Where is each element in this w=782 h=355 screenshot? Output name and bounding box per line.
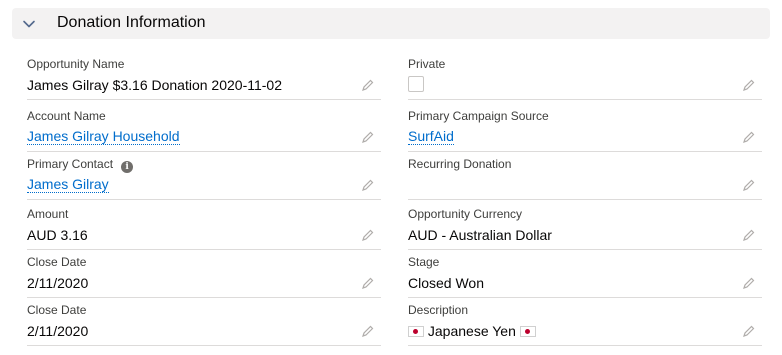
field-primary-contact: Primary Contact i James Gilray xyxy=(27,152,381,200)
description-value: Japanese Yen xyxy=(408,322,536,340)
pencil-icon[interactable] xyxy=(361,276,375,290)
field-value: James Gilray $3.16 Donation 2020-11-02 xyxy=(27,77,283,93)
section-header-donation-information[interactable]: Donation Information xyxy=(12,8,770,39)
pencil-icon[interactable] xyxy=(361,324,375,338)
japan-flag-icon xyxy=(519,326,536,337)
pencil-icon[interactable] xyxy=(742,228,756,242)
info-icon[interactable]: i xyxy=(121,161,134,173)
field-private: Private xyxy=(408,52,762,100)
pencil-icon[interactable] xyxy=(742,276,756,290)
field-amount: Amount AUD 3.16 xyxy=(27,202,381,250)
field-close-date: Close Date 2/11/2020 xyxy=(27,250,381,298)
account-name-link[interactable]: James Gilray Household xyxy=(27,128,180,145)
field-value: Closed Won xyxy=(408,275,485,291)
field-label: Description xyxy=(408,303,469,317)
field-label: Private xyxy=(408,57,446,71)
field-label: Stage xyxy=(408,255,440,269)
description-text: Japanese Yen xyxy=(427,323,516,339)
field-label: Recurring Donation xyxy=(408,157,512,171)
chevron-down-icon[interactable] xyxy=(22,17,36,31)
section-title: Donation Information xyxy=(57,14,206,31)
field-label: Close Date xyxy=(27,303,87,317)
field-opportunity-name: Opportunity Name James Gilray $3.16 Dona… xyxy=(27,52,381,100)
pencil-icon[interactable] xyxy=(742,324,756,338)
japan-flag-icon xyxy=(408,326,424,337)
field-stage: Stage Closed Won xyxy=(408,250,762,298)
pencil-icon[interactable] xyxy=(361,178,375,192)
pencil-icon[interactable] xyxy=(742,78,756,92)
field-label: Close Date xyxy=(27,255,87,269)
field-close-date-2: Close Date 2/11/2020 xyxy=(27,298,381,346)
private-checkbox[interactable] xyxy=(408,76,424,92)
field-label: Primary Campaign Source xyxy=(408,109,549,123)
field-value: AUD 3.16 xyxy=(27,227,88,243)
campaign-source-link[interactable]: SurfAid xyxy=(408,128,454,145)
field-opportunity-currency: Opportunity Currency AUD - Australian Do… xyxy=(408,202,762,250)
pencil-icon[interactable] xyxy=(361,78,375,92)
pencil-icon[interactable] xyxy=(742,178,756,192)
primary-contact-link[interactable]: James Gilray xyxy=(27,176,109,193)
pencil-icon[interactable] xyxy=(742,130,756,144)
field-value: AUD - Australian Dollar xyxy=(408,227,552,243)
field-primary-campaign-source: Primary Campaign Source SurfAid xyxy=(408,104,762,152)
field-label: Opportunity Name xyxy=(27,57,125,71)
field-value: 2/11/2020 xyxy=(27,323,89,339)
field-recurring-donation: Recurring Donation xyxy=(408,152,762,200)
field-account-name: Account Name James Gilray Household xyxy=(27,104,381,152)
field-value: 2/11/2020 xyxy=(27,275,89,291)
pencil-icon[interactable] xyxy=(361,130,375,144)
field-label: Opportunity Currency xyxy=(408,207,523,221)
field-description: Description Japanese Yen xyxy=(408,298,762,346)
field-label: Amount xyxy=(27,207,69,221)
field-label: Account Name xyxy=(27,109,106,123)
primary-contact-label: Primary Contact xyxy=(27,157,114,171)
pencil-icon[interactable] xyxy=(361,228,375,242)
field-label: Primary Contact i xyxy=(27,156,134,173)
